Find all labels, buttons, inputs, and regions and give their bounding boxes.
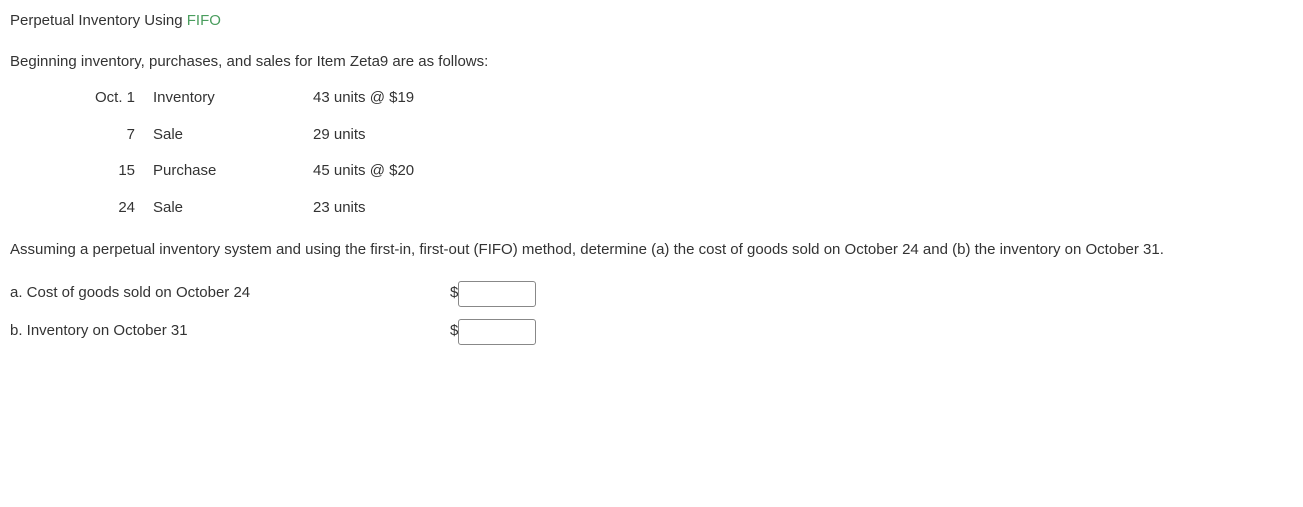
answer-label-b: b. Inventory on October 31 — [10, 320, 450, 343]
answer-input-b[interactable] — [458, 319, 536, 345]
answer-row-a: a. Cost of goods sold on October 24 $ — [10, 281, 1293, 307]
answer-input-a[interactable] — [458, 281, 536, 307]
cell-detail: 29 units — [313, 124, 1293, 147]
table-row: 15 Purchase 45 units @ $20 — [65, 160, 1293, 183]
problem-title: Perpetual Inventory Using FIFO — [10, 10, 1293, 33]
instruction-text: Assuming a perpetual inventory system an… — [10, 237, 1293, 263]
cell-type: Sale — [153, 124, 313, 147]
table-row: Oct. 1 Inventory 43 units @ $19 — [65, 87, 1293, 110]
cell-date: Oct. 1 — [65, 87, 153, 110]
answer-label-a: a. Cost of goods sold on October 24 — [10, 282, 450, 305]
currency-symbol: $ — [450, 320, 458, 343]
cell-type: Sale — [153, 197, 313, 220]
title-main: Perpetual Inventory Using — [10, 12, 187, 29]
cell-date: 7 — [65, 124, 153, 147]
title-highlight: FIFO — [187, 12, 221, 29]
table-row: 7 Sale 29 units — [65, 124, 1293, 147]
intro-text: Beginning inventory, purchases, and sale… — [10, 51, 1293, 74]
cell-detail: 23 units — [313, 197, 1293, 220]
cell-type: Inventory — [153, 87, 313, 110]
cell-type: Purchase — [153, 160, 313, 183]
cell-detail: 43 units @ $19 — [313, 87, 1293, 110]
table-row: 24 Sale 23 units — [65, 197, 1293, 220]
currency-symbol: $ — [450, 282, 458, 305]
transaction-table: Oct. 1 Inventory 43 units @ $19 7 Sale 2… — [65, 87, 1293, 219]
cell-detail: 45 units @ $20 — [313, 160, 1293, 183]
cell-date: 15 — [65, 160, 153, 183]
answer-row-b: b. Inventory on October 31 $ — [10, 319, 1293, 345]
cell-date: 24 — [65, 197, 153, 220]
